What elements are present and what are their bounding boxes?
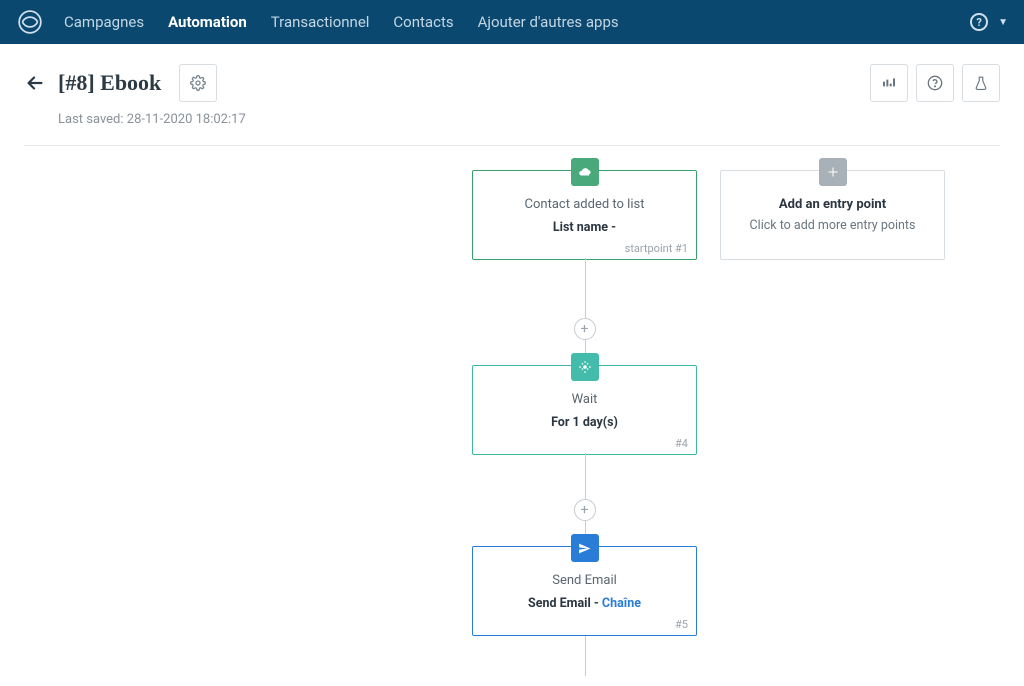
email-block-sub: Send Email - Chaîne — [483, 596, 686, 611]
add-step-button[interactable]: + — [574, 499, 596, 521]
nav-campagnes[interactable]: Campagnes — [64, 13, 144, 31]
wait-block-badge: #4 — [675, 437, 688, 450]
entry-block-sub: Click to add more entry points — [731, 218, 934, 233]
start-block-badge: startpoint #1 — [625, 242, 688, 255]
wait-block-sub: For 1 day(s) — [483, 415, 686, 430]
nav-automation[interactable]: Automation — [168, 13, 247, 31]
chevron-down-icon[interactable]: ▼ — [998, 17, 1008, 28]
top-navbar: Campagnes Automation Transactionnel Cont… — [0, 0, 1024, 44]
stats-button[interactable] — [870, 64, 908, 102]
connector-line — [585, 453, 586, 499]
lab-button[interactable] — [962, 64, 1000, 102]
main-nav: Campagnes Automation Transactionnel Cont… — [64, 13, 970, 31]
email-block-title: Send Email — [483, 573, 686, 588]
help-icon[interactable]: ? — [970, 13, 988, 31]
send-email-block[interactable]: Send Email Send Email - Chaîne #5 — [472, 546, 697, 636]
help-button[interactable] — [916, 64, 954, 102]
email-template-link[interactable]: Chaîne — [602, 596, 641, 611]
nav-transactionnel[interactable]: Transactionnel — [271, 13, 370, 31]
startpoint-block[interactable]: Contact added to list List name - startp… — [472, 170, 697, 260]
app-logo-icon[interactable] — [16, 8, 44, 36]
nav-contacts[interactable]: Contacts — [393, 13, 453, 31]
wait-block-title: Wait — [483, 392, 686, 407]
page-title: [#8] Ebook — [58, 70, 161, 96]
page-header: [#8] Ebook — [0, 44, 1024, 108]
last-saved-text: Last saved: 28-11-2020 18:02:17 — [0, 108, 1024, 127]
automation-canvas: Contact added to list List name - startp… — [0, 146, 1024, 686]
settings-button[interactable] — [179, 64, 217, 102]
start-block-sub: List name - — [483, 220, 686, 235]
start-block-title: Contact added to list — [483, 197, 686, 212]
add-step-button[interactable]: + — [574, 318, 596, 340]
entry-block-title: Add an entry point — [731, 197, 934, 212]
email-block-badge: #5 — [675, 618, 688, 631]
connector-line — [585, 258, 586, 318]
add-entry-point-block[interactable]: Add an entry point Click to add more ent… — [720, 170, 945, 260]
connector-line — [585, 636, 586, 676]
nav-add-apps[interactable]: Ajouter d'autres apps — [478, 13, 619, 31]
back-arrow-icon[interactable] — [24, 72, 46, 94]
wait-block[interactable]: Wait For 1 day(s) #4 — [472, 365, 697, 455]
